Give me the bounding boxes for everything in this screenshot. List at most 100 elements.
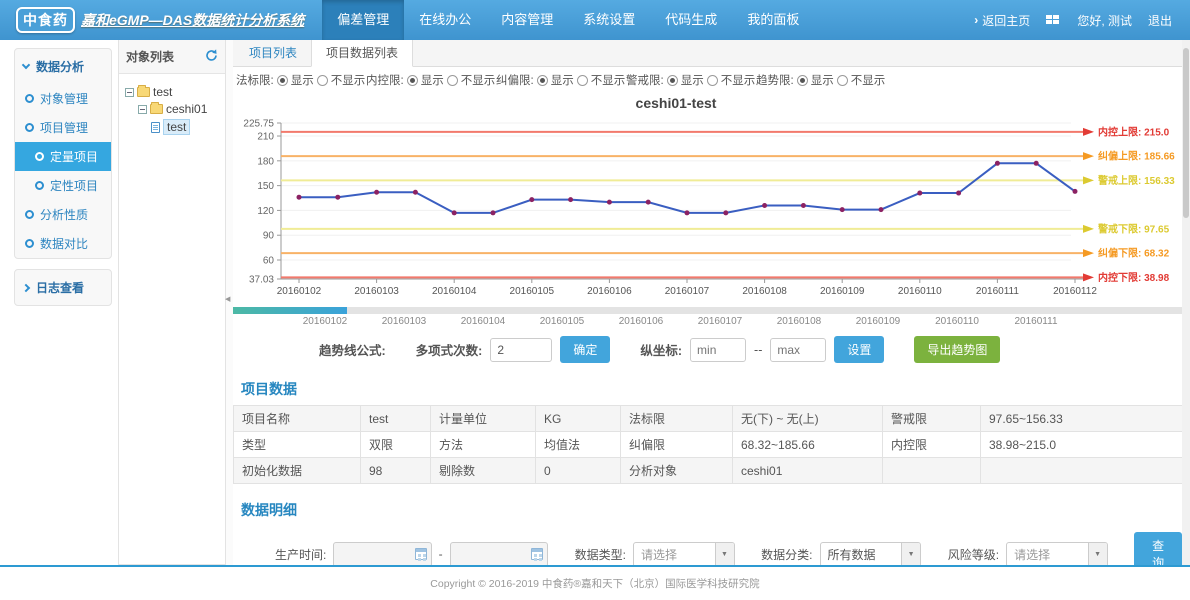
calendar-icon — [531, 548, 543, 560]
sidebar-item-数据对比[interactable]: 数据对比 — [15, 229, 111, 258]
export-trend-chart-button[interactable]: 导出趋势图 — [914, 336, 1000, 363]
radio-option-label: 不显示 — [331, 72, 366, 88]
grid-icon[interactable] — [1046, 15, 1061, 26]
y-max-input[interactable] — [770, 338, 826, 362]
limit-toggle-group: 内控限:显示不显示 — [366, 72, 496, 88]
project-field-value: ceshi01 — [733, 458, 883, 484]
detail-filters: 生产时间: - 数据类型: 请选择▼ 数据分类: 所有数据▼ 风险等级: 请选择… — [233, 532, 1182, 565]
radio-显示[interactable] — [667, 75, 678, 86]
svg-text:ceshi01-test: ceshi01-test — [636, 95, 717, 111]
content-area: 数据分析对象管理项目管理定量项目定性项目分析性质数据对比日志查看 对象列表 te… — [0, 40, 1190, 565]
calendar-icon — [415, 548, 427, 560]
tab-项目列表[interactable]: 项目列表 — [235, 40, 311, 66]
gear-icon — [25, 239, 34, 248]
sidebar-nav: 数据分析对象管理项目管理定量项目定性项目分析性质数据对比日志查看 — [0, 40, 118, 565]
radio-显示[interactable] — [277, 75, 288, 86]
chart-zoom-selection[interactable] — [233, 307, 347, 314]
gear-icon — [25, 94, 34, 103]
radio-不显示[interactable] — [577, 75, 588, 86]
return-home-link[interactable]: ›返回主页 — [974, 12, 1030, 29]
start-date-input[interactable] — [333, 542, 431, 566]
svg-text:20160103: 20160103 — [354, 286, 399, 297]
production-time-label: 生产时间: — [275, 546, 326, 563]
chart-zoom-bar: 2016010220160103201601042016010520160106… — [233, 307, 1182, 329]
radio-option-label: 显示 — [551, 72, 574, 88]
risk-level-select[interactable]: 请选择▼ — [1006, 542, 1108, 566]
menu-item-代码生成[interactable]: 代码生成 — [650, 0, 732, 40]
menu-item-内容管理[interactable]: 内容管理 — [486, 0, 568, 40]
svg-text:20160112: 20160112 — [1053, 286, 1097, 297]
end-date-input[interactable] — [450, 542, 548, 566]
chevron-down-icon — [22, 61, 30, 69]
sidebar-item-分析性质[interactable]: 分析性质 — [15, 200, 111, 229]
return-home-label: 返回主页 — [982, 12, 1030, 29]
svg-text:警戒上限: 156.33: 警戒上限: 156.33 — [1097, 174, 1175, 187]
tree-node-test[interactable]: test — [121, 85, 223, 99]
date-separator: - — [439, 547, 443, 561]
radio-不显示[interactable] — [317, 75, 328, 86]
tree-node-label: ceshi01 — [166, 102, 207, 116]
sidebar-item-对象管理[interactable]: 对象管理 — [15, 84, 111, 113]
vertical-scrollbar-thumb[interactable] — [1183, 48, 1189, 218]
sidebar-item-项目管理[interactable]: 项目管理 — [15, 113, 111, 142]
radio-不显示[interactable] — [837, 75, 848, 86]
logout-link[interactable]: 退出 — [1148, 12, 1172, 29]
menu-item-我的面板[interactable]: 我的面板 — [732, 0, 814, 40]
project-field-value: 0 — [536, 458, 621, 484]
sidebar-section-title: 日志查看 — [36, 279, 84, 296]
chevron-down-icon: ▼ — [1088, 543, 1107, 566]
radio-显示[interactable] — [537, 75, 548, 86]
zoom-label: 20160104 — [461, 316, 506, 327]
trend-formula-label: 趋势线公式: — [319, 340, 386, 359]
limit-toggle-group: 纠偏限:显示不显示 — [496, 72, 626, 88]
tree-node-test[interactable]: test — [121, 119, 223, 135]
project-data-row: 初始化数据98剔除数0分析对象ceshi01 — [234, 458, 1183, 484]
collapse-arrow-icon: ◀ — [225, 295, 230, 303]
polynomial-degree-input[interactable] — [490, 338, 552, 362]
set-button[interactable]: 设置 — [834, 336, 884, 363]
risk-level-value: 请选择 — [1007, 546, 1088, 563]
svg-text:20160102: 20160102 — [277, 286, 322, 297]
menu-item-系统设置[interactable]: 系统设置 — [568, 0, 650, 40]
menu-item-偏差管理[interactable]: 偏差管理 — [322, 0, 404, 40]
project-data-table: 项目名称test计量单位KG法标限无(下) ~ 无(上)警戒限97.65~156… — [233, 405, 1182, 484]
sidebar-section-header[interactable]: 日志查看 — [15, 270, 111, 305]
vertical-scrollbar[interactable] — [1182, 40, 1190, 565]
radio-不显示[interactable] — [707, 75, 718, 86]
chevron-down-icon: ▼ — [715, 543, 734, 566]
zoom-label: 20160110 — [935, 316, 979, 327]
svg-text:20160105: 20160105 — [510, 286, 555, 297]
query-button[interactable]: 查询 — [1134, 532, 1182, 565]
data-class-select[interactable]: 所有数据▼ — [820, 542, 922, 566]
data-type-label: 数据类型: — [575, 546, 626, 563]
sidebar-item-定性项目[interactable]: 定性项目 — [15, 171, 111, 200]
project-field-value: 68.32~185.66 — [733, 432, 883, 458]
radio-显示[interactable] — [407, 75, 418, 86]
tree-expander-icon[interactable] — [138, 105, 147, 114]
y-min-input[interactable] — [690, 338, 746, 362]
refresh-icon[interactable] — [205, 49, 218, 65]
tree-node-label: test — [163, 119, 190, 135]
confirm-button[interactable]: 确定 — [560, 336, 610, 363]
sidebar-section-header[interactable]: 数据分析 — [15, 49, 111, 84]
limit-toggle-row: 法标限:显示不显示内控限:显示不显示纠偏限:显示不显示警戒限:显示不显示趋势限:… — [233, 67, 1182, 93]
copyright-text: Copyright © 2016-2019 中食药®嘉和天下（北京）国际医学科技… — [430, 576, 759, 591]
tree-node-ceshi01[interactable]: ceshi01 — [121, 102, 223, 116]
gear-icon — [25, 210, 34, 219]
main-menu: 偏差管理在线办公内容管理系统设置代码生成我的面板 — [322, 0, 814, 40]
tab-项目数据列表[interactable]: 项目数据列表 — [311, 40, 413, 67]
chart-zoom-slider[interactable] — [233, 307, 1182, 314]
tree-expander-icon[interactable] — [125, 88, 134, 97]
zoom-label: 20160109 — [856, 316, 901, 327]
menu-item-在线办公[interactable]: 在线办公 — [404, 0, 486, 40]
panel-collapse-handle[interactable]: ◀ — [226, 40, 233, 565]
limit-toggle-label: 趋势限: — [756, 72, 794, 88]
radio-不显示[interactable] — [447, 75, 458, 86]
sidebar-item-定量项目[interactable]: 定量项目 — [15, 142, 111, 171]
data-type-select[interactable]: 请选择▼ — [633, 542, 735, 566]
object-tree: test ceshi01 test — [119, 74, 225, 146]
svg-text:20160107: 20160107 — [665, 286, 710, 297]
radio-option-label: 显示 — [681, 72, 704, 88]
radio-显示[interactable] — [797, 75, 808, 86]
sidebar-item-label: 数据对比 — [40, 235, 88, 252]
